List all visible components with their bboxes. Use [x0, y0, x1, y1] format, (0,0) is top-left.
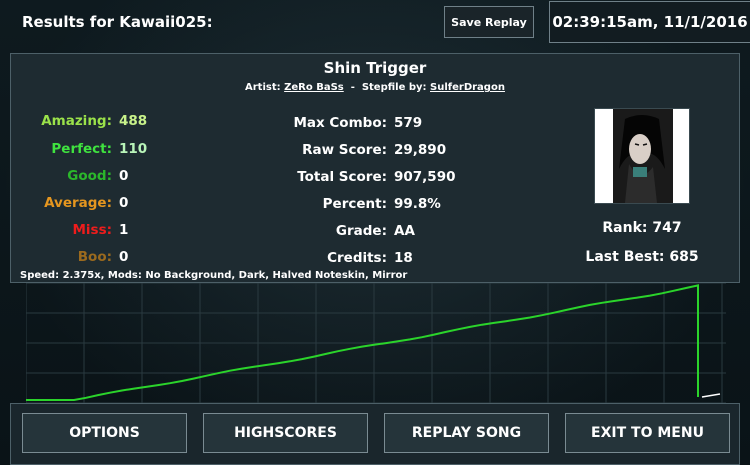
- artist-prefix: Artist:: [245, 82, 281, 93]
- player-last-best: Last Best: 685: [585, 249, 699, 265]
- speed-mods-line: Speed: 2.375x, Mods: No Background, Dark…: [20, 270, 408, 281]
- judgement-label: Amazing:: [41, 113, 112, 129]
- judgement-value: 0: [119, 168, 129, 184]
- stat-value: 18: [394, 250, 413, 266]
- stat-label: Grade:: [335, 223, 387, 239]
- judgement-value: 0: [119, 249, 129, 265]
- judgement-value: 0: [119, 195, 129, 211]
- options-button[interactable]: OPTIONS: [22, 413, 187, 453]
- judgement-label: Average:: [44, 195, 112, 211]
- song-credits: Artist: ZeRo BaSs - Stepfile by: SulferD…: [11, 82, 739, 93]
- end-marker-line: [701, 393, 721, 398]
- stat-label: Max Combo:: [293, 115, 387, 131]
- score-graph: [26, 283, 726, 405]
- stat-value: 99.8%: [394, 196, 441, 212]
- avatar-image: [595, 109, 689, 203]
- judgement-label: Perfect:: [51, 141, 112, 157]
- judgement-label: Boo:: [77, 249, 112, 265]
- stepfile-prefix: Stepfile by:: [361, 82, 427, 93]
- judgement-label: Miss:: [72, 222, 112, 238]
- player-avatar: [594, 108, 690, 204]
- judgement-value: 1: [119, 222, 129, 238]
- stat-value: 907,590: [394, 169, 456, 185]
- exit-to-menu-button[interactable]: EXIT TO MENU: [565, 413, 730, 453]
- judgement-value: 488: [119, 113, 148, 129]
- stat-value: 579: [394, 115, 423, 131]
- stepfile-author-link[interactable]: SulferDragon: [430, 82, 505, 93]
- stat-label: Raw Score:: [302, 142, 387, 158]
- credit-separator: -: [350, 82, 355, 93]
- stat-label: Credits:: [327, 250, 387, 266]
- save-replay-button[interactable]: Save Replay: [444, 6, 534, 38]
- clock-display: 02:39:15am, 11/1/2016: [549, 1, 750, 43]
- highscores-button[interactable]: HIGHSCORES: [203, 413, 368, 453]
- replay-song-button[interactable]: REPLAY SONG: [384, 413, 549, 453]
- stat-value: AA: [394, 223, 415, 239]
- stat-value: 29,890: [394, 142, 447, 158]
- stat-label: Percent:: [322, 196, 387, 212]
- artist-link[interactable]: ZeRo BaSs: [284, 82, 344, 93]
- song-title: Shin Trigger: [323, 59, 427, 77]
- player-rank: Rank: 747: [602, 220, 682, 236]
- stat-label: Total Score:: [297, 169, 387, 185]
- judgement-label: Good:: [67, 168, 112, 184]
- results-title: Results for Kawaii025:: [22, 13, 213, 31]
- judgement-value: 110: [119, 141, 148, 157]
